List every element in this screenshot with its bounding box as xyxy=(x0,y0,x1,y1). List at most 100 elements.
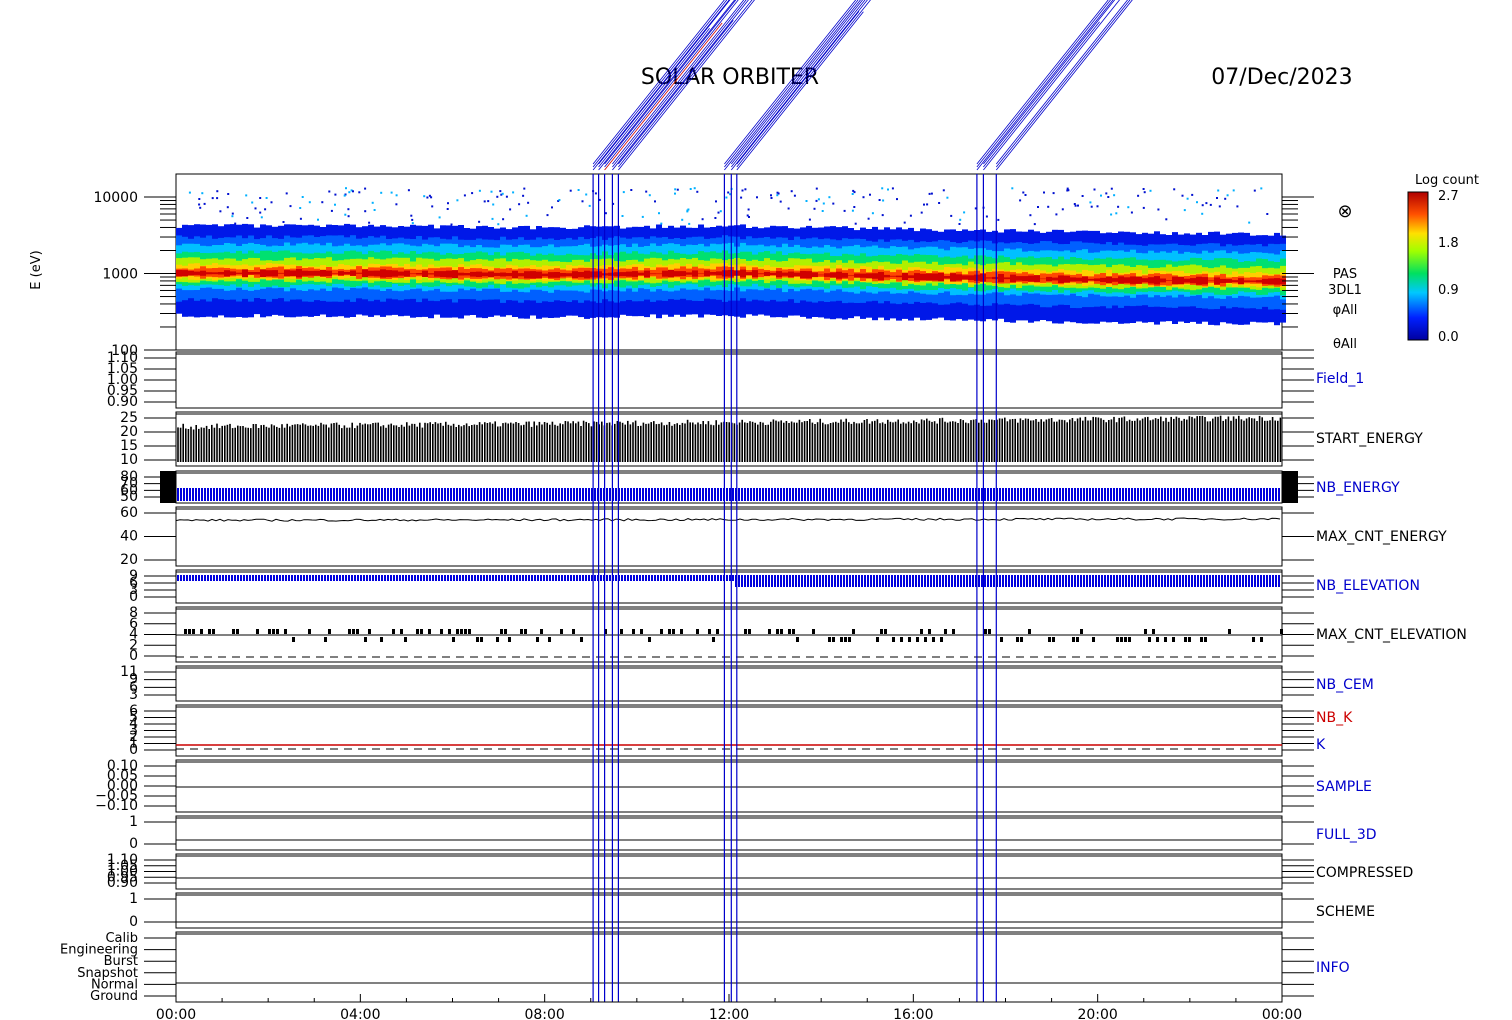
spectrogram-noise-dot xyxy=(201,192,204,195)
spectrogram-noise-dot xyxy=(395,194,398,197)
spectrogram-band-7 xyxy=(710,272,716,275)
colorbar: Log count 2.7 1.8 0.9 0.0 xyxy=(1407,173,1479,345)
spectrogram-band-6 xyxy=(656,267,662,279)
max-cnt-elevation-mark xyxy=(1052,637,1055,642)
max-cnt-elevation-mark xyxy=(1080,629,1083,634)
spectrogram-noise-dot xyxy=(714,217,717,219)
spectrogram-noise-dot xyxy=(926,203,929,206)
max-cnt-elevation-mark xyxy=(1124,637,1127,642)
spectrogram-noise-dot xyxy=(1110,213,1113,216)
panel-frame-nb_cem xyxy=(175,665,1283,702)
panel-label-compressed: COMPRESSED xyxy=(1316,865,1413,881)
spectrogram-band-7 xyxy=(806,271,812,279)
max-cnt-elevation-mark xyxy=(284,629,287,634)
spectrogram-band-7 xyxy=(1004,277,1010,280)
spectrogram-noise-dot xyxy=(199,206,202,209)
spectrogram-band-7 xyxy=(638,272,644,276)
spectrogram-noise-dot xyxy=(490,190,493,193)
spectrogram-band-6 xyxy=(1208,277,1214,283)
max-cnt-elevation-mark xyxy=(1092,637,1095,642)
spectrogram-noise-dot xyxy=(456,199,459,202)
max-cnt-elevation-mark xyxy=(292,637,295,642)
spectrogram-ytick-label: 1000 xyxy=(102,267,138,283)
spectrogram-noise-dot xyxy=(1093,188,1096,191)
spectrogram-band-7 xyxy=(1172,276,1178,285)
spectrogram-band-7 xyxy=(824,273,830,277)
time-axis-label: 00:00 xyxy=(156,1007,196,1020)
spectrogram-band-7 xyxy=(686,272,692,275)
spectrogram-noise-dot xyxy=(1100,194,1102,197)
spectrogram-band-7 xyxy=(230,271,236,276)
max-cnt-elevation-mark xyxy=(832,637,835,642)
panel-frame-full_3d xyxy=(175,815,1283,851)
max-cnt-elevation-mark xyxy=(452,637,455,642)
spectrogram-band-7 xyxy=(1010,274,1016,283)
spectrogram-noise-dot xyxy=(558,199,561,201)
spectrogram-noise-dot xyxy=(674,192,676,195)
max-cnt-elevation-mark xyxy=(668,629,671,634)
spectrogram-noise-dot xyxy=(478,189,481,192)
max-cnt-elevation-mark xyxy=(988,629,991,634)
spectrogram-band-6 xyxy=(332,269,338,276)
spectrogram-noise-dot xyxy=(505,195,508,198)
spectrogram-noise-dot xyxy=(843,209,846,212)
max-cnt-elevation-mark xyxy=(1152,629,1155,634)
spectrogram-band-6 xyxy=(890,272,896,279)
spectrogram-band-7 xyxy=(1034,275,1040,283)
spectrogram-band-7 xyxy=(1232,280,1238,283)
spectrogram-noise-dot xyxy=(645,190,648,193)
spectrogram-noise-dot xyxy=(958,223,961,225)
max-cnt-elevation-mark xyxy=(560,629,563,634)
spectrogram-noise-dot xyxy=(270,201,273,204)
spectrogram-noise-dot xyxy=(410,214,413,217)
spectrogram-noise-dot xyxy=(1110,187,1113,190)
spectrogram-band-7 xyxy=(1226,279,1232,283)
spectrogram-band-7 xyxy=(1052,277,1058,281)
spectrogram-noise-dot xyxy=(946,196,949,199)
spectrogram-noise-dot xyxy=(1067,189,1070,192)
panel-ytick-label: 0 xyxy=(129,589,138,605)
spectrogram-band-7 xyxy=(542,273,548,277)
spectrogram-noise-dot xyxy=(891,187,894,190)
max-cnt-elevation-mark xyxy=(908,637,911,642)
max-cnt-elevation-mark xyxy=(1076,637,1079,642)
spectrogram-band-7 xyxy=(1154,276,1160,285)
spectrogram-band-7 xyxy=(524,271,530,279)
max-cnt-elevation-mark xyxy=(208,629,211,634)
spectrogram-noise-dot xyxy=(509,208,512,211)
max-cnt-elevation-mark xyxy=(940,637,943,642)
max-cnt-elevation-mark xyxy=(1252,637,1255,642)
spectrogram-noise-dot xyxy=(308,201,311,204)
spectrogram-noise-dot xyxy=(687,208,690,211)
spectrogram-noise-dot xyxy=(790,190,793,193)
spectrogram-noise-dot xyxy=(251,201,254,204)
max-cnt-elevation-mark xyxy=(368,629,371,634)
spectrogram-noise-dot xyxy=(348,191,351,194)
time-axis-label: 20:00 xyxy=(1077,1007,1117,1020)
max-cnt-elevation-mark xyxy=(920,629,923,634)
spectrogram-noise-dot xyxy=(641,215,644,218)
spectrogram-band-7 xyxy=(1040,278,1046,280)
spectrogram-noise-dot xyxy=(822,202,825,205)
spectrogram-band-7 xyxy=(314,270,320,276)
spectrogram-noise-dot xyxy=(744,188,747,191)
spectrogram-band-7 xyxy=(1088,278,1094,281)
panel-frame-nb_k xyxy=(175,704,1283,757)
spectrogram-band-6 xyxy=(758,268,764,278)
spectrogram-noise-dot xyxy=(1201,212,1204,215)
spectrogram-band-7 xyxy=(752,270,758,278)
spectrogram-band-7 xyxy=(968,275,974,280)
spectrogram-noise-dot xyxy=(411,218,414,221)
spectrogram-noise-dot xyxy=(832,202,835,205)
spectrogram-noise-dot xyxy=(719,210,722,213)
spectrogram-noise-dot xyxy=(483,200,486,203)
spectrogram-band-7 xyxy=(200,270,206,276)
spectrogram-band-6 xyxy=(650,269,656,277)
spectrogram-noise-dot xyxy=(693,187,696,190)
spectrogram-noise-dot xyxy=(1130,211,1133,214)
event-annotation-stroke xyxy=(736,11,864,171)
spectrogram-band-7 xyxy=(788,271,794,278)
max-cnt-elevation-mark xyxy=(620,629,623,634)
spectrogram-band-7 xyxy=(674,271,680,277)
max-cnt-elevation-mark xyxy=(1048,637,1051,642)
